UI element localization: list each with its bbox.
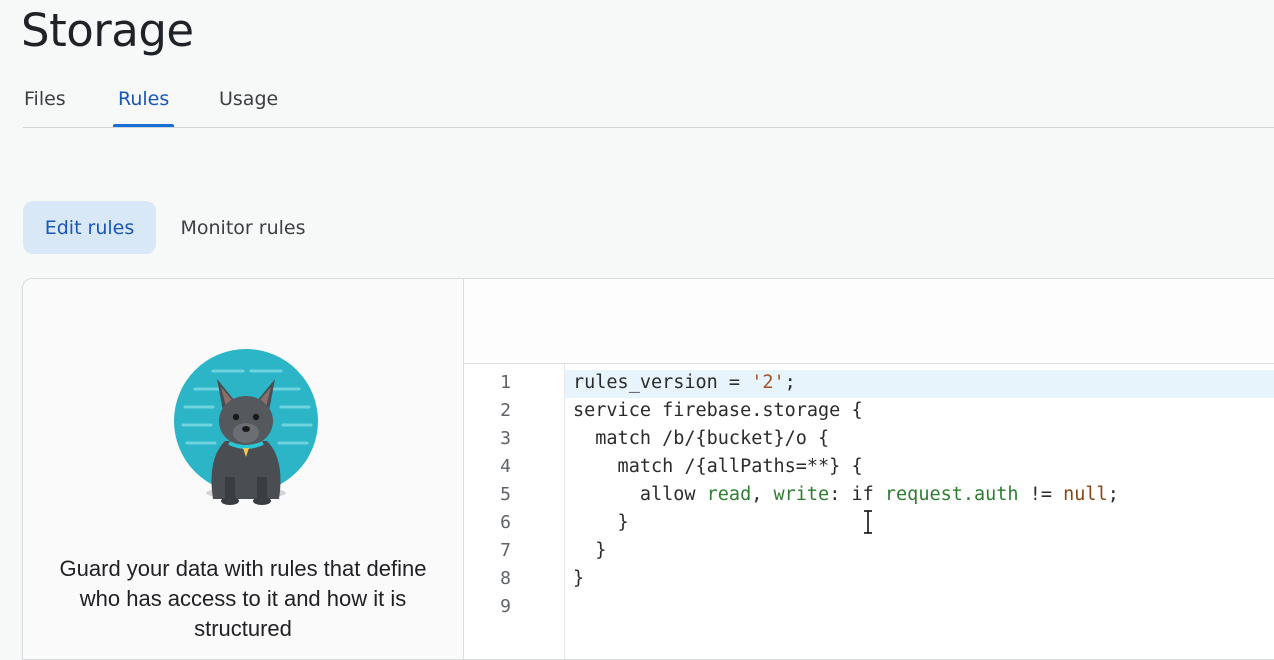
code-line-4[interactable]: match /{allPaths=**} { [573, 456, 863, 477]
guard-description: Guard your data with rules that define w… [59, 556, 427, 641]
rules-panel: Guard your data with rules that define w… [22, 278, 1274, 660]
text-cursor-icon [864, 510, 872, 534]
code-line-8[interactable]: } [573, 568, 584, 589]
dog-guard-illustration [174, 349, 318, 505]
tabs-divider [23, 127, 1274, 128]
edit-rules-label: Edit rules [44, 216, 135, 239]
code-line-7[interactable]: } [573, 540, 606, 561]
line-number-gutter: 1 2 3 4 5 6 7 8 9 [464, 364, 565, 659]
tab-files[interactable]: Files [24, 88, 66, 110]
line-number: 2 [500, 400, 511, 421]
line-number: 8 [500, 568, 511, 589]
code-line-1[interactable]: rules_version = '2'; [573, 372, 796, 393]
code-line-2[interactable]: service firebase.storage { [573, 400, 863, 421]
tab-rules[interactable]: Rules [113, 88, 175, 127]
monitor-rules-label: Monitor rules [180, 216, 306, 239]
code-area[interactable]: rules_version = '2'; service firebase.st… [565, 364, 1274, 659]
line-number: 6 [500, 512, 511, 533]
tab-usage-label: Usage [219, 88, 279, 110]
line-number: 7 [500, 540, 511, 561]
line-number: 1 [500, 372, 511, 393]
code-line-5[interactable]: allow read, write: if request.auth != nu… [573, 484, 1119, 505]
line-number: 4 [500, 456, 511, 477]
code-line-6[interactable]: } [573, 512, 629, 533]
line-number: 3 [500, 428, 511, 449]
tab-usage[interactable]: Usage [219, 88, 278, 110]
line-number: 9 [500, 596, 511, 617]
monitor-rules-button[interactable]: Monitor rules [168, 201, 318, 254]
rules-info-pane: Guard your data with rules that define w… [23, 279, 463, 659]
editor-toolbar [464, 279, 1274, 364]
tab-files-label: Files [24, 88, 66, 110]
page-title: Storage [21, 4, 194, 57]
tab-rules-label: Rules [118, 88, 170, 110]
line-number: 5 [500, 484, 511, 505]
main-tabs: Files Rules Usage [23, 78, 1274, 130]
edit-rules-button[interactable]: Edit rules [23, 201, 156, 254]
code-line-3[interactable]: match /b/{bucket}/o { [573, 428, 829, 449]
code-editor[interactable]: 1 2 3 4 5 6 7 8 9 rules_version = '2'; s… [464, 364, 1274, 659]
